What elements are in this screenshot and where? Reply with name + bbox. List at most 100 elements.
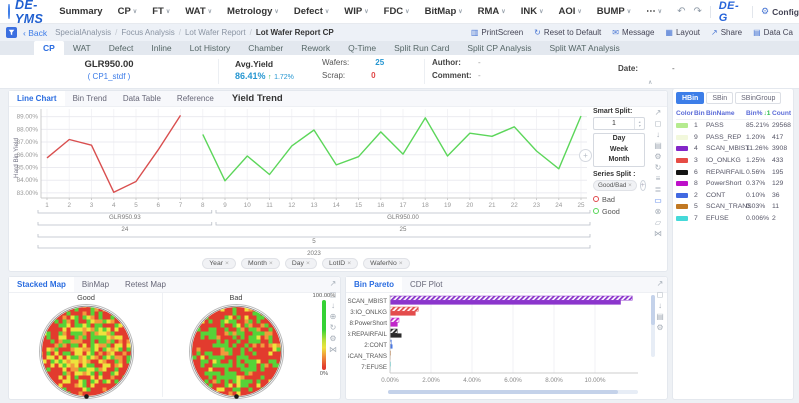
expand-handle-icon[interactable]: + bbox=[579, 149, 592, 162]
stepper[interactable]: ▴▾ bbox=[634, 118, 644, 129]
axis-tag-waferno[interactable]: WaferNo× bbox=[363, 258, 410, 269]
expand-icon[interactable]: ↗ bbox=[657, 280, 664, 288]
fit-icon[interactable]: ⋈ bbox=[654, 230, 662, 238]
clear-icon[interactable]: ⊗ bbox=[655, 208, 662, 216]
nav-item-metrology[interactable]: Metrology∨ bbox=[227, 6, 279, 17]
frame-icon[interactable]: ◻ bbox=[330, 291, 337, 299]
split-option-week[interactable]: Week bbox=[594, 145, 644, 156]
col-count[interactable]: Count bbox=[772, 110, 790, 117]
download-icon[interactable]: ↓ bbox=[331, 302, 335, 310]
add-split-icon[interactable]: + bbox=[640, 180, 646, 191]
datacard-button[interactable]: ▤Data Ca bbox=[753, 28, 793, 37]
bin-row-efuse[interactable]: 7EFUSE0.006%2 bbox=[676, 213, 790, 225]
nav-item-aoi[interactable]: AOI∨ bbox=[558, 6, 581, 17]
nav-item-summary[interactable]: Summary bbox=[59, 6, 102, 17]
tab-lot-history[interactable]: Lot History bbox=[181, 41, 240, 55]
frame-icon[interactable]: ◻ bbox=[655, 120, 662, 128]
axis-tag-month[interactable]: Month× bbox=[241, 258, 280, 269]
bin-row-pass-rep[interactable]: 9PASS_REP1.20%417 bbox=[676, 132, 790, 144]
tab-cp[interactable]: CP bbox=[34, 41, 64, 55]
pareto-tab-bin-pareto[interactable]: Bin Pareto bbox=[346, 277, 402, 292]
download-icon[interactable]: ↓ bbox=[656, 131, 660, 139]
bin-row-repairfail[interactable]: 6REPAIRFAIL0.56%195 bbox=[676, 166, 790, 178]
bin-row-cont[interactable]: 2CONT0.10%36 bbox=[676, 190, 790, 202]
expand-icon[interactable]: ↗ bbox=[330, 280, 337, 288]
select-rect-icon[interactable]: ▭ bbox=[654, 197, 662, 205]
refresh-icon[interactable]: ↻ bbox=[655, 164, 662, 172]
bin-tab-sbingroup[interactable]: SBinGroup bbox=[735, 92, 781, 104]
tab-rework[interactable]: Rework bbox=[292, 41, 339, 55]
settings-icon[interactable]: ⚙ bbox=[654, 153, 661, 161]
nav-item-ink[interactable]: INK∨ bbox=[521, 6, 544, 17]
nav-item-wat[interactable]: WAT∨ bbox=[185, 6, 212, 17]
trend-tab-bin-trend[interactable]: Bin Trend bbox=[65, 91, 115, 106]
layout-button[interactable]: ▦Layout bbox=[665, 28, 700, 37]
config-button[interactable]: ⚙Config bbox=[761, 6, 799, 17]
image-icon[interactable]: ▤ bbox=[654, 142, 662, 150]
breadcrumb-item[interactable]: Lot Wafer Report CP bbox=[256, 28, 334, 37]
add-icon[interactable]: ⊕ bbox=[330, 313, 337, 321]
nav-item-more[interactable]: ⋯∨ bbox=[646, 6, 662, 17]
share-button[interactable]: ↗Share bbox=[711, 28, 742, 37]
tab-chamber[interactable]: Chamber bbox=[239, 41, 292, 55]
test-program[interactable]: ( CP1_stdf ) bbox=[0, 72, 218, 81]
nav-item-cp[interactable]: CP∨ bbox=[118, 6, 138, 17]
tab-defect[interactable]: Defect bbox=[100, 41, 143, 55]
rows-icon[interactable]: ≡ bbox=[656, 175, 661, 183]
trend-tab-data-table[interactable]: Data Table bbox=[115, 91, 169, 106]
printscreen-button[interactable]: ▥PrintScreen bbox=[471, 28, 523, 37]
collapse-summary-icon[interactable]: ∧ bbox=[648, 79, 652, 86]
settings-icon[interactable]: ⚙ bbox=[329, 335, 336, 343]
undo-icon[interactable]: ↶ bbox=[677, 7, 685, 17]
col-bin[interactable]: Bin%↓1 bbox=[746, 110, 772, 117]
redo-icon[interactable]: ↷ bbox=[693, 7, 701, 17]
nav-item-ft[interactable]: FT∨ bbox=[152, 6, 170, 17]
settings-icon[interactable]: ⚙ bbox=[656, 324, 663, 332]
download-icon[interactable]: ↓ bbox=[658, 302, 662, 310]
bin-tab-hbin[interactable]: HBin bbox=[676, 92, 704, 104]
bin-row-pass[interactable]: 1PASS85.21%29568 bbox=[676, 120, 790, 132]
frame-icon[interactable]: ◻ bbox=[657, 291, 664, 299]
axis-tag-day[interactable]: Day× bbox=[285, 258, 317, 269]
breadcrumb-item[interactable]: SpecialAnalysis bbox=[55, 28, 111, 37]
col-bin[interactable]: Bin bbox=[694, 110, 706, 117]
nav-item-fdc[interactable]: FDC∨ bbox=[384, 6, 410, 17]
col-binname[interactable]: BinName bbox=[706, 110, 746, 117]
bin-row-io-onlkg[interactable]: 3IO_ONLKG1.25%433 bbox=[676, 155, 790, 167]
nav-item-rma[interactable]: RMA∨ bbox=[478, 6, 506, 17]
expand-icon[interactable]: ↗ bbox=[655, 109, 662, 117]
pareto-tab-cdf-plot[interactable]: CDF Plot bbox=[402, 277, 450, 292]
message-button[interactable]: ✉Message bbox=[612, 28, 654, 37]
nav-item-defect[interactable]: Defect∨ bbox=[294, 6, 329, 17]
bin-tab-sbin[interactable]: SBin bbox=[706, 92, 733, 104]
map-tab-retest-map[interactable]: Retest Map bbox=[117, 277, 174, 292]
nav-item-bump[interactable]: BUMP∨ bbox=[597, 6, 631, 17]
step-down-icon[interactable]: ▾ bbox=[638, 124, 640, 128]
trend-tab-line-chart[interactable]: Line Chart bbox=[9, 91, 65, 106]
breadcrumb-item[interactable]: Focus Analysis bbox=[121, 28, 174, 37]
fit-icon[interactable]: ⋈ bbox=[329, 346, 337, 354]
trend-tab-reference[interactable]: Reference bbox=[169, 91, 222, 106]
horizontal-scrollbar[interactable] bbox=[388, 390, 638, 394]
map-tab-binmap[interactable]: BinMap bbox=[74, 277, 117, 292]
split-option-month[interactable]: Month bbox=[594, 155, 644, 166]
back-button[interactable]: ‹ Back bbox=[23, 28, 47, 38]
axis-tag-year[interactable]: Year× bbox=[202, 258, 236, 269]
col-color[interactable]: Color bbox=[676, 110, 694, 117]
breadcrumb-item[interactable]: Lot Wafer Report bbox=[185, 28, 246, 37]
axis-tag-lotid[interactable]: LotID× bbox=[322, 258, 358, 269]
tab-q-time[interactable]: Q-Time bbox=[339, 41, 385, 55]
legend-item-bad[interactable]: Bad bbox=[593, 195, 645, 204]
tab-inline[interactable]: Inline bbox=[142, 41, 180, 55]
tab-split-cp-analysis[interactable]: Split CP Analysis bbox=[458, 41, 540, 55]
image-icon[interactable]: ▤ bbox=[656, 313, 664, 321]
legend-item-good[interactable]: Good bbox=[593, 207, 645, 216]
refresh-icon[interactable]: ↻ bbox=[330, 324, 337, 332]
bin-row-scan-trans[interactable]: 5SCAN_TRANS0.03%11 bbox=[676, 201, 790, 213]
reset-button[interactable]: ↻Reset to Default bbox=[534, 28, 601, 37]
bin-row-powershort[interactable]: 8PowerShort0.37%129 bbox=[676, 178, 790, 190]
columns-icon[interactable]: ≣ bbox=[655, 186, 662, 194]
filter-icon[interactable] bbox=[6, 27, 17, 38]
nav-item-bitmap[interactable]: BitMap∨ bbox=[425, 6, 463, 17]
region-icon[interactable]: ▱ bbox=[655, 219, 661, 227]
